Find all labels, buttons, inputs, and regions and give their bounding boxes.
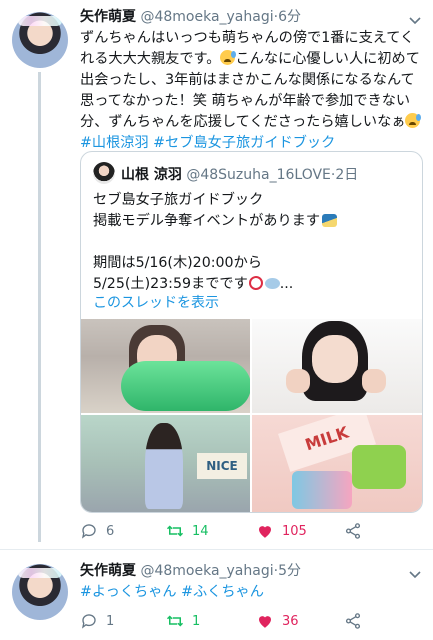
photo-4-snack-bag bbox=[352, 445, 406, 489]
share-button[interactable] bbox=[344, 612, 362, 630]
user-handle[interactable]: @48moeka_yahagi bbox=[140, 563, 273, 579]
hashtag-link[interactable]: #よっくちゃん bbox=[80, 584, 177, 600]
timestamp[interactable]: 6分 bbox=[278, 9, 301, 25]
tweet-2[interactable]: 矢作萌夏 @48moeka_yahagi·5分 #よっくちゃん #ふくちゃん 1… bbox=[0, 550, 433, 640]
reply-button[interactable]: 1 bbox=[80, 612, 114, 630]
timestamp[interactable]: 5分 bbox=[278, 563, 301, 579]
chevron-down-icon[interactable] bbox=[409, 564, 421, 579]
sad-sweat-emoji-icon bbox=[405, 113, 422, 128]
reply-button[interactable]: 6 bbox=[80, 522, 114, 540]
photo-1-green-balloon bbox=[121, 361, 250, 411]
quoted-handle: @48Suzuha_16LOVE bbox=[186, 167, 331, 183]
quoted-line-1: セブ島女子旅ガイドブック bbox=[93, 192, 264, 208]
photo-3-sign: NICE bbox=[197, 453, 247, 479]
action-bar: 6 14 105 bbox=[80, 522, 380, 542]
retweet-button[interactable]: 14 bbox=[166, 522, 209, 540]
quoted-tweet[interactable]: 山根 涼羽 @48Suzuha_16LOVE·2日 セブ島女子旅ガイドブック 掲… bbox=[80, 151, 423, 513]
reply-count: 1 bbox=[106, 613, 115, 629]
alarm-clock-emoji-icon bbox=[248, 276, 263, 290]
quoted-line-4-text: 5/25(土)23:59までです bbox=[93, 276, 248, 292]
photo-2-face bbox=[312, 335, 358, 383]
sunbathing-emoji-icon bbox=[322, 214, 338, 227]
share-icon bbox=[345, 613, 361, 629]
share-button[interactable] bbox=[344, 522, 362, 540]
like-count: 36 bbox=[282, 613, 299, 629]
retweet-count: 1 bbox=[192, 613, 201, 629]
reply-icon bbox=[81, 524, 96, 539]
like-button[interactable]: 105 bbox=[256, 522, 307, 540]
hashtag-link[interactable]: #セブ島女子旅ガイドブック bbox=[153, 135, 335, 151]
share-icon bbox=[345, 523, 361, 539]
show-thread-link[interactable]: このスレッドを表示 bbox=[93, 292, 219, 312]
reply-count: 6 bbox=[106, 523, 115, 539]
avatar[interactable] bbox=[12, 12, 68, 68]
quoted-line-2-text: 掲載モデル争奪イベントがあります bbox=[93, 213, 321, 229]
speech-bubble-emoji-icon bbox=[264, 278, 280, 289]
like-button[interactable]: 36 bbox=[256, 612, 299, 630]
heart-icon bbox=[259, 616, 271, 628]
retweet-button[interactable]: 1 bbox=[166, 612, 200, 630]
hashtag-link[interactable]: #山根涼羽 bbox=[80, 135, 149, 151]
quoted-display-name: 山根 涼羽 bbox=[121, 167, 182, 183]
photo-3-person bbox=[145, 423, 183, 509]
quoted-line-3: 期間は5/16(木)20:00から bbox=[93, 255, 262, 271]
quoted-header: 山根 涼羽 @48Suzuha_16LOVE·2日 bbox=[121, 164, 358, 184]
quoted-spacer bbox=[93, 232, 411, 253]
quoted-avatar bbox=[93, 162, 115, 184]
thread-line bbox=[38, 72, 41, 542]
photo-2-hand-right bbox=[362, 369, 386, 393]
photo-4-milk-text: MILK bbox=[302, 422, 351, 455]
tweet-text: #よっくちゃん #ふくちゃん bbox=[80, 582, 422, 603]
photo-3-sign-text: NICE bbox=[206, 459, 238, 473]
photo-2[interactable] bbox=[252, 319, 422, 413]
sad-sweat-emoji-icon bbox=[220, 50, 237, 65]
media-grid: NICE MILK bbox=[81, 319, 422, 512]
hashtag-link[interactable]: #ふくちゃん bbox=[181, 584, 264, 600]
retweet-count: 14 bbox=[192, 523, 209, 539]
avatar[interactable] bbox=[12, 564, 68, 620]
action-bar: 1 1 36 bbox=[80, 612, 380, 632]
retweet-icon bbox=[166, 525, 184, 537]
user-handle[interactable]: @48moeka_yahagi bbox=[140, 9, 273, 25]
display-name[interactable]: 矢作萌夏 bbox=[80, 563, 136, 579]
reply-icon bbox=[81, 614, 96, 629]
heart-icon bbox=[259, 526, 271, 538]
tweet-1[interactable]: 矢作萌夏 @48moeka_yahagi·6分 ずんちゃんはいっつも萌ちゃんの傍… bbox=[0, 0, 433, 549]
quoted-ellipsis: ... bbox=[279, 276, 294, 292]
photo-4-candy bbox=[292, 471, 352, 509]
tweet-header: 矢作萌夏 @48moeka_yahagi·5分 bbox=[80, 562, 301, 580]
chevron-down-icon[interactable] bbox=[409, 10, 421, 25]
photo-3[interactable]: NICE bbox=[81, 415, 250, 512]
quoted-timestamp: 2日 bbox=[335, 167, 359, 183]
quoted-line-2: 掲載モデル争奪イベントがあります bbox=[93, 211, 411, 232]
display-name[interactable]: 矢作萌夏 bbox=[80, 9, 136, 25]
tweet-header: 矢作萌夏 @48moeka_yahagi·6分 bbox=[80, 8, 301, 26]
photo-2-hand-left bbox=[286, 369, 310, 393]
photo-1[interactable] bbox=[81, 319, 250, 413]
tweet-text: ずんちゃんはいっつも萌ちゃんの傍で1番に支えてくれる大大大親友です。 こんなに心優… bbox=[80, 28, 422, 154]
photo-4[interactable]: MILK bbox=[252, 415, 422, 512]
like-count: 105 bbox=[282, 523, 307, 539]
retweet-icon bbox=[166, 615, 184, 627]
quoted-text: セブ島女子旅ガイドブック 掲載モデル争奪イベントがあります 期間は5/16(木)… bbox=[93, 190, 411, 295]
